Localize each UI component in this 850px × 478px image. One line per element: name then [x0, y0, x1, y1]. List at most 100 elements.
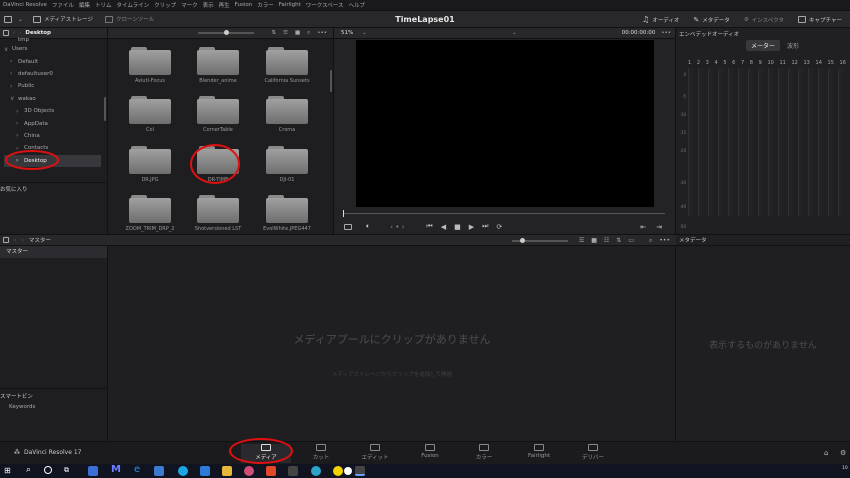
- page-tab-fusion[interactable]: Fusion: [405, 444, 455, 459]
- panel-toggle-icon[interactable]: [4, 15, 12, 23]
- list-view-icon[interactable]: ☰: [283, 30, 288, 36]
- edge-legacy-icon[interactable]: e: [134, 464, 140, 475]
- mail-icon[interactable]: [200, 466, 210, 476]
- folder-item[interactable]: California Sunsets: [257, 47, 317, 84]
- chevron-down-icon[interactable]: ⌄: [18, 16, 23, 23]
- jog-control-icon[interactable]: ‹ • ›: [390, 223, 404, 231]
- volume-icon[interactable]: 🔈︎: [366, 222, 370, 231]
- capture-button[interactable]: キャプチャー: [798, 16, 842, 24]
- search-icon[interactable]: ⌕: [649, 237, 652, 245]
- tab-waveform[interactable]: 波形: [782, 40, 804, 51]
- menu-item-playback[interactable]: 再生: [219, 1, 230, 9]
- tree-item-defaultuser0[interactable]: › defaultuser0: [4, 68, 107, 80]
- menu-item-timeline[interactable]: タイムライン: [116, 1, 149, 9]
- menu-item-fairlight[interactable]: Fairlight: [279, 2, 301, 8]
- metadata-view-icon[interactable]: ☷: [604, 237, 609, 244]
- folder-item[interactable]: DJI-01: [257, 146, 317, 183]
- tree-item-wakao[interactable]: ∨ wakao: [4, 93, 107, 105]
- viewer-mode-icon[interactable]: [344, 223, 352, 230]
- prev-clip-icon[interactable]: ⇤: [640, 223, 646, 231]
- list-view-icon[interactable]: ☰: [579, 237, 584, 244]
- page-tab-fairlight[interactable]: Fairlight: [514, 444, 564, 459]
- stop-icon[interactable]: ■: [454, 223, 461, 231]
- back-arrow-icon[interactable]: ‹: [13, 30, 15, 36]
- search-icon[interactable]: ⌕: [307, 30, 310, 37]
- chrome-icon[interactable]: [333, 466, 343, 476]
- menu-item-app[interactable]: DaVinci Resolve: [3, 2, 47, 8]
- tree-item-users[interactable]: ∨ Users: [4, 43, 107, 55]
- thumbnail-size-slider[interactable]: [198, 30, 255, 35]
- audio-button[interactable]: ♫ オーディオ: [642, 15, 679, 24]
- slider-handle[interactable]: [224, 30, 230, 35]
- menu-item-clip[interactable]: クリップ: [154, 1, 176, 9]
- forward-arrow-icon[interactable]: ›: [19, 30, 21, 36]
- clip-view-icon[interactable]: ▭: [628, 237, 634, 244]
- page-tab-edit[interactable]: エディット: [350, 444, 400, 461]
- bin-master[interactable]: マスター: [0, 246, 107, 258]
- menu-item-edit[interactable]: 編集: [79, 1, 90, 9]
- pool-size-slider[interactable]: [511, 237, 568, 243]
- taskbar-app-icon[interactable]: [154, 466, 164, 476]
- loop-icon[interactable]: ⟳: [496, 223, 502, 231]
- taskbar-app-icon[interactable]: [88, 466, 98, 476]
- back-arrow-icon[interactable]: ‹: [14, 237, 16, 244]
- folder-item[interactable]: DR.JPG: [120, 146, 180, 183]
- sidebar-toggle-icon[interactable]: [3, 30, 9, 36]
- office-icon[interactable]: [266, 466, 276, 476]
- media-storage-button[interactable]: メディアストレージ: [33, 15, 93, 23]
- go-to-end-icon[interactable]: ⏭︎: [482, 222, 488, 231]
- zoom-chevron-icon[interactable]: ⌄: [362, 30, 367, 36]
- folder-item[interactable]: Aviutl-Focus: [120, 47, 180, 84]
- folder-item[interactable]: ZOOM_TRIM_DRP_2: [120, 195, 180, 232]
- taskbar-app-m-icon[interactable]: M: [111, 464, 121, 475]
- taskbar-app-icon[interactable]: [288, 466, 298, 476]
- tree-item-3d-objects[interactable]: › 3D Objects: [4, 105, 107, 117]
- menu-item-mark[interactable]: マーク: [181, 1, 198, 9]
- davinci-taskbar-icon[interactable]: [355, 466, 365, 476]
- task-view-icon[interactable]: ⧉: [64, 466, 69, 475]
- menu-item-help[interactable]: ヘルプ: [348, 1, 365, 9]
- playhead[interactable]: [343, 210, 344, 217]
- folder-item[interactable]: Shotversioned LST: [188, 195, 248, 232]
- folder-item[interactable]: CornerTable: [188, 96, 248, 133]
- metadata-button[interactable]: ✎ メタデータ: [693, 16, 729, 24]
- next-clip-icon[interactable]: ⇥: [656, 223, 662, 231]
- grid-view-icon[interactable]: ▦: [591, 237, 597, 244]
- page-tab-cut[interactable]: カット: [296, 444, 346, 461]
- viewer-options-icon[interactable]: •••: [661, 30, 671, 36]
- tree-item-public[interactable]: › Public: [4, 80, 107, 92]
- page-tab-deliver[interactable]: デリバー: [568, 444, 618, 461]
- page-tab-color[interactable]: カラー: [459, 444, 509, 461]
- tree-item-china[interactable]: › China: [4, 130, 107, 142]
- settings-icon[interactable]: ⚙: [840, 449, 846, 457]
- folder-item[interactable]: Croma: [257, 96, 317, 133]
- bin-list-toggle-icon[interactable]: [3, 237, 9, 243]
- clip-dropdown-chevron-icon[interactable]: ⌄: [512, 30, 517, 36]
- grid-view-icon[interactable]: ▦: [295, 30, 300, 36]
- search-icon[interactable]: ⌕: [26, 465, 31, 475]
- forward-arrow-icon[interactable]: ›: [21, 237, 23, 244]
- tree-scrollbar[interactable]: [104, 97, 106, 121]
- folder-item[interactable]: Col: [120, 96, 180, 133]
- more-options-icon[interactable]: •••: [317, 30, 327, 36]
- windows-start-icon[interactable]: ⊞: [4, 466, 11, 475]
- taskbar-app-icon[interactable]: [244, 466, 254, 476]
- menu-item-workspace[interactable]: ワークスペース: [306, 1, 344, 9]
- tree-item-default[interactable]: › Default: [4, 55, 107, 67]
- skype-icon[interactable]: [178, 466, 188, 476]
- browser-scrollbar[interactable]: [330, 70, 332, 92]
- sort-icon[interactable]: ⇅: [616, 237, 621, 244]
- play-reverse-icon[interactable]: ◀: [441, 223, 446, 231]
- menu-item-trim[interactable]: トリム: [95, 1, 112, 9]
- file-explorer-icon[interactable]: [222, 466, 232, 476]
- zoom-level[interactable]: 51%: [341, 30, 353, 36]
- play-icon[interactable]: ▶: [469, 223, 474, 231]
- tab-meter[interactable]: メーター: [746, 40, 781, 51]
- tree-item-appdata[interactable]: › AppData: [4, 117, 107, 129]
- more-options-icon[interactable]: •••: [659, 237, 670, 244]
- sort-icon[interactable]: ⇅: [271, 30, 276, 36]
- go-to-start-icon[interactable]: ⏮︎: [426, 222, 432, 231]
- slider-handle[interactable]: [519, 237, 525, 243]
- folder-item[interactable]: EvolWhite.JPEG447: [257, 195, 317, 232]
- taskbar-app-icon[interactable]: [344, 467, 352, 475]
